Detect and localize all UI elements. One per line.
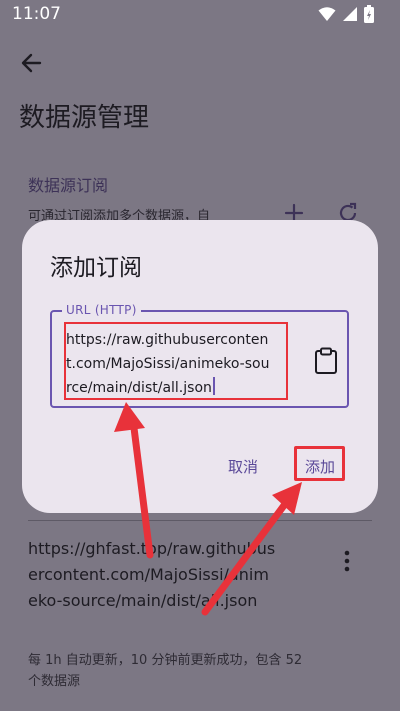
status-time: 11:07 <box>12 4 61 24</box>
battery-icon <box>364 5 374 23</box>
cancel-button[interactable]: 取消 <box>228 456 258 477</box>
status-icons <box>318 5 374 23</box>
add-subscription-dialog: 添加订阅 URL (HTTP) https://raw.githubuserco… <box>22 220 378 513</box>
page-title: 数据源管理 <box>19 103 150 133</box>
add-button[interactable]: 添加 <box>305 456 335 477</box>
subscription-url: https://ghfast.top/raw.githubusercontent… <box>28 539 276 610</box>
wifi-icon <box>318 6 336 22</box>
clipboard-icon[interactable] <box>313 347 339 375</box>
subscription-status: 每 1h 自动更新，10 分钟前更新成功，包含 52 个数据源 <box>28 653 303 689</box>
signal-icon <box>342 6 358 22</box>
text-caret <box>212 377 215 395</box>
url-input[interactable]: https://raw.githubusercontent.com/MajoSi… <box>66 328 272 400</box>
more-options-icon[interactable] <box>338 548 356 574</box>
list-divider <box>28 520 372 521</box>
url-field-label: URL (HTTP) <box>62 303 141 317</box>
status-bar: 11:07 <box>0 0 400 28</box>
url-input-text: https://raw.githubusercontent.com/MajoSi… <box>66 332 270 396</box>
section-title: 数据源订阅 <box>28 176 109 195</box>
screen: 11:07 数据源管理 数据源订阅 可通过订阅添加多个数据源，自 https:/… <box>0 0 400 711</box>
url-field[interactable]: URL (HTTP) https://raw.githubusercontent… <box>50 303 349 408</box>
dialog-title: 添加订阅 <box>50 255 142 281</box>
back-arrow-icon[interactable] <box>18 50 46 76</box>
